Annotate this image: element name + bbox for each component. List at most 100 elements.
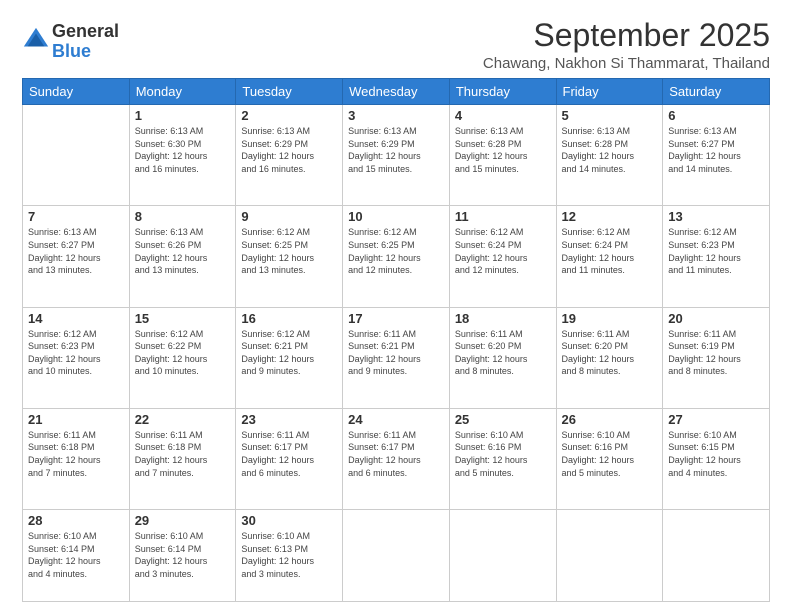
day-info: Sunrise: 6:12 AM Sunset: 6:24 PM Dayligh… (455, 226, 551, 276)
col-wednesday: Wednesday (343, 79, 450, 105)
day-cell (663, 510, 770, 602)
day-cell: 3 Sunrise: 6:13 AM Sunset: 6:29 PM Daylig… (343, 105, 450, 206)
day-number: 16 (241, 311, 337, 326)
day-cell (23, 105, 130, 206)
day-number: 30 (241, 513, 337, 528)
day-number: 2 (241, 108, 337, 123)
logo-icon (22, 26, 50, 54)
day-number: 14 (28, 311, 124, 326)
day-cell: 11 Sunrise: 6:12 AM Sunset: 6:24 PM Dayli… (449, 206, 556, 307)
day-number: 11 (455, 209, 551, 224)
subtitle: Chawang, Nakhon Si Thammarat, Thailand (483, 55, 770, 72)
main-title: September 2025 (483, 18, 770, 53)
logo-blue-text: Blue (52, 42, 119, 62)
day-cell: 24Sunrise: 6:11 AM Sunset: 6:17 PM Dayli… (343, 408, 450, 509)
day-info: Sunrise: 6:12 AM Sunset: 6:24 PM Dayligh… (562, 226, 658, 276)
day-number: 24 (348, 412, 444, 427)
day-info: Sunrise: 6:12 AM Sunset: 6:21 PM Dayligh… (241, 328, 337, 378)
day-info: Sunrise: 6:12 AM Sunset: 6:25 PM Dayligh… (348, 226, 444, 276)
day-info: Sunrise: 6:13 AM Sunset: 6:30 PM Dayligh… (135, 125, 231, 175)
col-friday: Friday (556, 79, 663, 105)
day-cell: 20 Sunrise: 6:11 AM Sunset: 6:19 PM Dayli… (663, 307, 770, 408)
day-number: 18 (455, 311, 551, 326)
day-cell: 19 Sunrise: 6:11 AM Sunset: 6:20 PM Dayli… (556, 307, 663, 408)
day-info: Sunrise: 6:13 AM Sunset: 6:27 PM Dayligh… (668, 125, 764, 175)
logo: General Blue (22, 22, 119, 62)
day-info: Sunrise: 6:13 AM Sunset: 6:28 PM Dayligh… (455, 125, 551, 175)
day-number: 21 (28, 412, 124, 427)
day-number: 15 (135, 311, 231, 326)
day-number: 20 (668, 311, 764, 326)
day-number: 25 (455, 412, 551, 427)
header-row: Sunday Monday Tuesday Wednesday Thursday… (23, 79, 770, 105)
day-info: Sunrise: 6:12 AM Sunset: 6:22 PM Dayligh… (135, 328, 231, 378)
day-cell: 6Sunrise: 6:13 AM Sunset: 6:27 PM Daylig… (663, 105, 770, 206)
day-cell: 12 Sunrise: 6:12 AM Sunset: 6:24 PM Dayli… (556, 206, 663, 307)
day-cell: 7 Sunrise: 6:13 AM Sunset: 6:27 PM Daylig… (23, 206, 130, 307)
day-info: Sunrise: 6:11 AM Sunset: 6:18 PM Dayligh… (28, 429, 124, 479)
col-saturday: Saturday (663, 79, 770, 105)
page: General Blue September 2025 Chawang, Nak… (0, 0, 792, 612)
day-cell (449, 510, 556, 602)
day-info: Sunrise: 6:10 AM Sunset: 6:13 PM Dayligh… (241, 530, 337, 580)
day-number: 19 (562, 311, 658, 326)
day-cell: 27Sunrise: 6:10 AM Sunset: 6:15 PM Dayli… (663, 408, 770, 509)
day-number: 28 (28, 513, 124, 528)
col-monday: Monday (129, 79, 236, 105)
week-row-3: 14Sunrise: 6:12 AM Sunset: 6:23 PM Dayli… (23, 307, 770, 408)
day-number: 7 (28, 209, 124, 224)
day-cell: 17Sunrise: 6:11 AM Sunset: 6:21 PM Dayli… (343, 307, 450, 408)
day-cell: 14Sunrise: 6:12 AM Sunset: 6:23 PM Dayli… (23, 307, 130, 408)
week-row-4: 21 Sunrise: 6:11 AM Sunset: 6:18 PM Dayli… (23, 408, 770, 509)
day-cell: 26 Sunrise: 6:10 AM Sunset: 6:16 PM Dayli… (556, 408, 663, 509)
col-sunday: Sunday (23, 79, 130, 105)
day-cell: 22 Sunrise: 6:11 AM Sunset: 6:18 PM Dayli… (129, 408, 236, 509)
day-number: 29 (135, 513, 231, 528)
day-cell: 2 Sunrise: 6:13 AM Sunset: 6:29 PM Daylig… (236, 105, 343, 206)
day-number: 23 (241, 412, 337, 427)
day-cell: 15 Sunrise: 6:12 AM Sunset: 6:22 PM Dayli… (129, 307, 236, 408)
day-number: 22 (135, 412, 231, 427)
day-info: Sunrise: 6:13 AM Sunset: 6:26 PM Dayligh… (135, 226, 231, 276)
day-info: Sunrise: 6:11 AM Sunset: 6:18 PM Dayligh… (135, 429, 231, 479)
logo-general-text: General (52, 22, 119, 42)
day-info: Sunrise: 6:11 AM Sunset: 6:17 PM Dayligh… (241, 429, 337, 479)
col-tuesday: Tuesday (236, 79, 343, 105)
day-info: Sunrise: 6:13 AM Sunset: 6:28 PM Dayligh… (562, 125, 658, 175)
day-info: Sunrise: 6:11 AM Sunset: 6:20 PM Dayligh… (455, 328, 551, 378)
day-cell: 13Sunrise: 6:12 AM Sunset: 6:23 PM Dayli… (663, 206, 770, 307)
day-cell: 21 Sunrise: 6:11 AM Sunset: 6:18 PM Dayli… (23, 408, 130, 509)
header: General Blue September 2025 Chawang, Nak… (22, 18, 770, 72)
day-cell: 23 Sunrise: 6:11 AM Sunset: 6:17 PM Dayli… (236, 408, 343, 509)
day-info: Sunrise: 6:11 AM Sunset: 6:19 PM Dayligh… (668, 328, 764, 378)
day-cell: 5 Sunrise: 6:13 AM Sunset: 6:28 PM Daylig… (556, 105, 663, 206)
week-row-5: 28 Sunrise: 6:10 AM Sunset: 6:14 PM Dayli… (23, 510, 770, 602)
day-info: Sunrise: 6:13 AM Sunset: 6:29 PM Dayligh… (348, 125, 444, 175)
day-number: 12 (562, 209, 658, 224)
day-info: Sunrise: 6:12 AM Sunset: 6:25 PM Dayligh… (241, 226, 337, 276)
day-cell (556, 510, 663, 602)
day-number: 9 (241, 209, 337, 224)
day-info: Sunrise: 6:13 AM Sunset: 6:29 PM Dayligh… (241, 125, 337, 175)
week-row-1: 1Sunrise: 6:13 AM Sunset: 6:30 PM Daylig… (23, 105, 770, 206)
day-cell: 1Sunrise: 6:13 AM Sunset: 6:30 PM Daylig… (129, 105, 236, 206)
day-cell: 25 Sunrise: 6:10 AM Sunset: 6:16 PM Dayli… (449, 408, 556, 509)
day-info: Sunrise: 6:13 AM Sunset: 6:27 PM Dayligh… (28, 226, 124, 276)
day-info: Sunrise: 6:10 AM Sunset: 6:16 PM Dayligh… (455, 429, 551, 479)
day-number: 3 (348, 108, 444, 123)
day-info: Sunrise: 6:10 AM Sunset: 6:14 PM Dayligh… (28, 530, 124, 580)
day-cell: 9 Sunrise: 6:12 AM Sunset: 6:25 PM Daylig… (236, 206, 343, 307)
day-cell: 8Sunrise: 6:13 AM Sunset: 6:26 PM Daylig… (129, 206, 236, 307)
day-info: Sunrise: 6:10 AM Sunset: 6:16 PM Dayligh… (562, 429, 658, 479)
day-info: Sunrise: 6:11 AM Sunset: 6:20 PM Dayligh… (562, 328, 658, 378)
day-number: 4 (455, 108, 551, 123)
day-cell: 29 Sunrise: 6:10 AM Sunset: 6:14 PM Dayli… (129, 510, 236, 602)
day-number: 26 (562, 412, 658, 427)
day-number: 17 (348, 311, 444, 326)
day-cell: 18 Sunrise: 6:11 AM Sunset: 6:20 PM Dayli… (449, 307, 556, 408)
day-number: 13 (668, 209, 764, 224)
day-number: 10 (348, 209, 444, 224)
day-number: 5 (562, 108, 658, 123)
day-cell: 10 Sunrise: 6:12 AM Sunset: 6:25 PM Dayli… (343, 206, 450, 307)
day-info: Sunrise: 6:10 AM Sunset: 6:14 PM Dayligh… (135, 530, 231, 580)
